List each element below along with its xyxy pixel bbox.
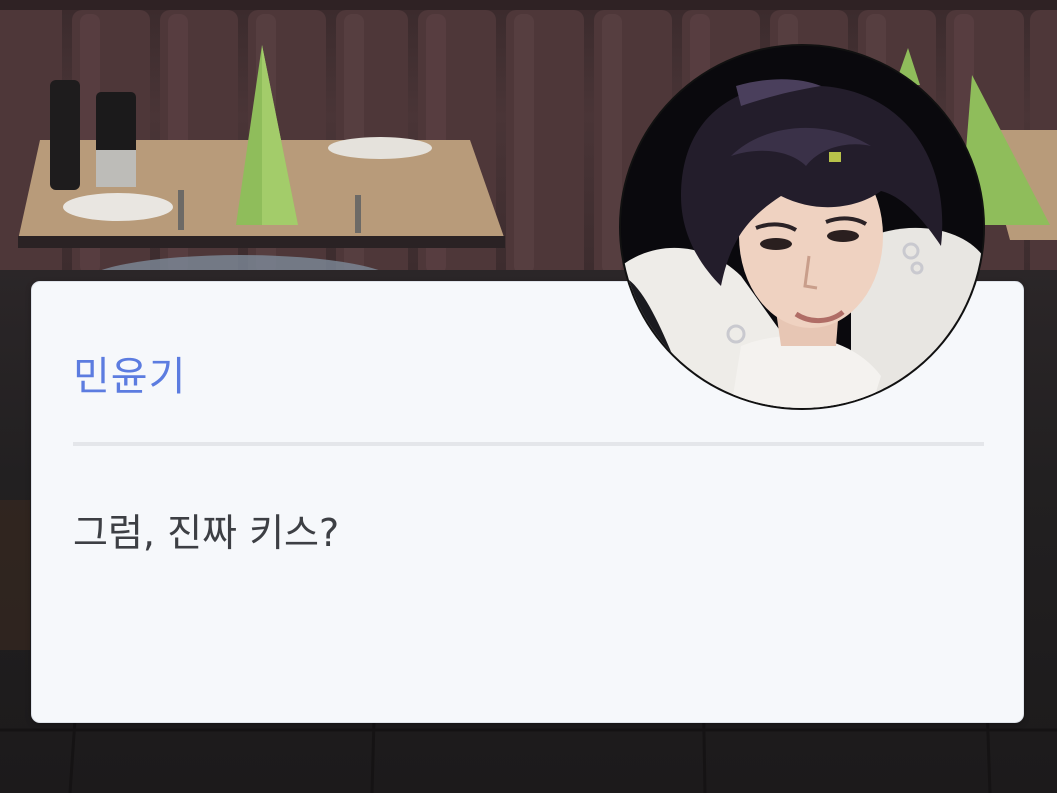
game-scene: 민윤기 그럼, 진짜 키스? xyxy=(0,0,1057,793)
character-portrait xyxy=(619,44,985,410)
dialog-message: 그럼, 진짜 키스? xyxy=(73,511,340,555)
speaker-name: 민윤기 xyxy=(73,354,187,400)
dialog-divider xyxy=(73,442,984,446)
portrait-illustration xyxy=(621,46,983,408)
